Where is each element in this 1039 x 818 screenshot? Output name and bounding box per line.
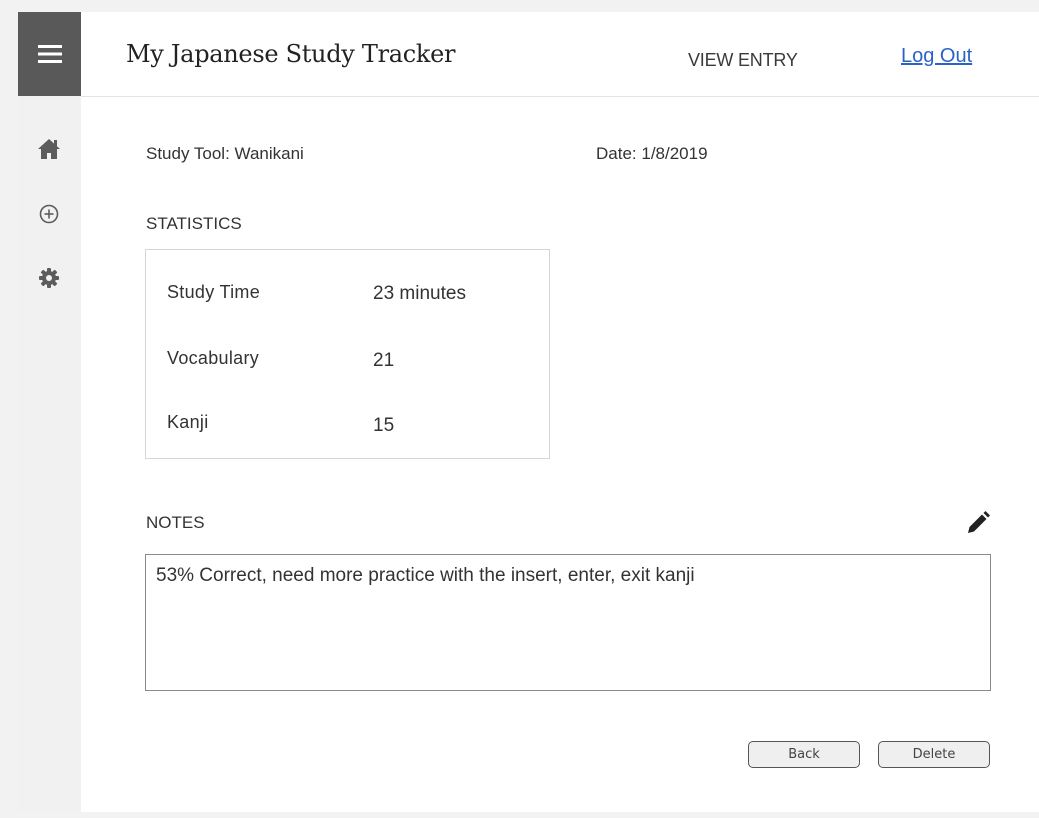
notes-heading: NOTES	[146, 513, 205, 532]
edit-notes-button[interactable]	[965, 510, 991, 536]
stat-value: 21	[373, 350, 395, 371]
stat-name: Kanji	[167, 412, 209, 432]
notes-textarea[interactable]: 53% Correct, need more practice with the…	[145, 554, 991, 691]
stat-value: 15	[373, 415, 395, 436]
date-field: Date: 1/8/2019	[596, 144, 708, 164]
page-mode-label: VIEW ENTRY	[688, 50, 798, 70]
statistics-panel: Study Time 23 minutes Vocabulary 21 Kanj…	[145, 249, 550, 459]
delete-button[interactable]: Delete	[878, 741, 990, 768]
date-value: 1/8/2019	[641, 144, 708, 163]
study-tool-value: Wanikani	[234, 144, 304, 163]
stat-name: Vocabulary	[167, 348, 260, 368]
sidebar-item-home[interactable]	[36, 136, 62, 162]
study-tool-field: Study Tool: Wanikani	[146, 144, 304, 164]
sidebar-item-add[interactable]	[36, 201, 62, 227]
add-circle-icon	[39, 204, 59, 224]
app-window: My Japanese Study Tracker VIEW ENTRY Log…	[18, 12, 1039, 812]
hamburger-menu-button[interactable]	[18, 12, 81, 96]
gear-icon	[39, 268, 59, 288]
home-icon	[38, 139, 60, 159]
logout-link[interactable]: Log Out	[901, 45, 972, 68]
app-title: My Japanese Study Tracker	[126, 40, 456, 68]
sidebar	[18, 12, 81, 812]
date-label: Date:	[596, 144, 637, 163]
header: My Japanese Study Tracker VIEW ENTRY Log…	[81, 12, 1039, 97]
pencil-icon	[968, 511, 990, 533]
sidebar-item-settings[interactable]	[36, 265, 62, 291]
stat-value: 23 minutes	[373, 283, 466, 304]
statistics-heading: STATISTICS	[146, 214, 242, 233]
stat-name: Study Time	[167, 282, 261, 302]
hamburger-menu-icon	[37, 45, 62, 63]
back-button[interactable]: Back	[748, 741, 860, 768]
study-tool-label: Study Tool:	[146, 144, 230, 163]
